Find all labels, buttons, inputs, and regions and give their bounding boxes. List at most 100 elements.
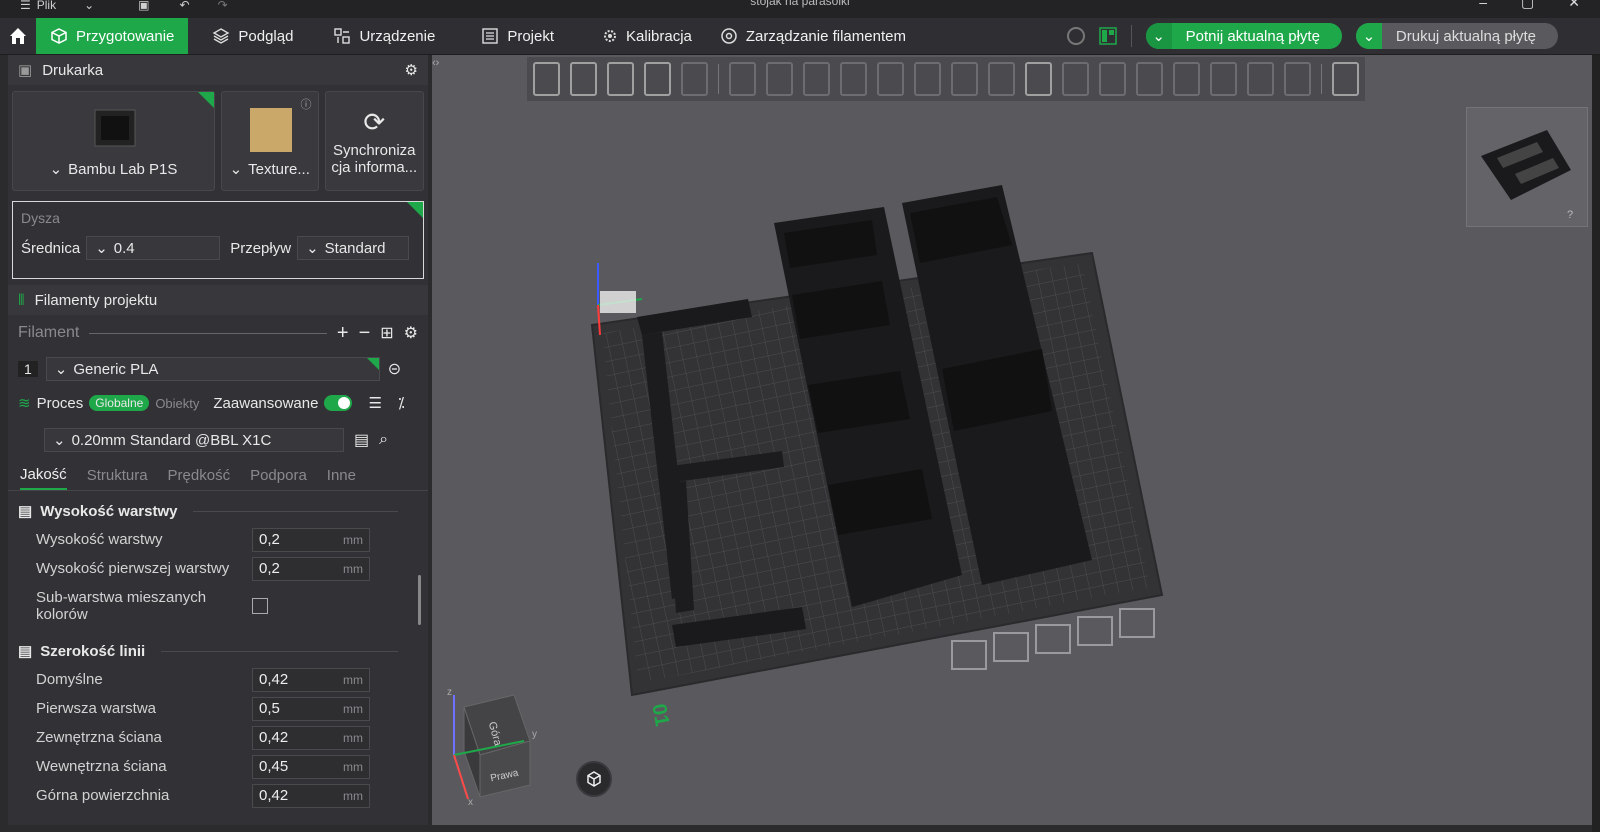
mixed-color-checkbox[interactable] bbox=[252, 598, 268, 614]
search-icon[interactable]: ⌕ bbox=[379, 431, 388, 449]
window-title: stojak na parasolki bbox=[750, 0, 850, 8]
axis-z-label: z bbox=[447, 687, 452, 698]
setting-label: Zewnętrzna ściana bbox=[36, 729, 162, 746]
unit-label: mm bbox=[343, 561, 363, 576]
unit-label: mm bbox=[343, 730, 363, 745]
list-icon bbox=[482, 28, 499, 44]
scrollbar[interactable] bbox=[418, 575, 421, 625]
tab-calibration[interactable]: Kalibracja bbox=[588, 18, 706, 54]
chevron-down-icon[interactable]: ⌄ bbox=[1145, 23, 1172, 49]
printer-section-header: ▣ Drukarka ⚙ bbox=[8, 55, 428, 85]
window-edge bbox=[1592, 55, 1600, 832]
save-icon[interactable]: ▤ bbox=[354, 430, 369, 450]
minimize-icon[interactable]: – bbox=[1479, 0, 1487, 11]
printer-card[interactable]: ⌄ Bambu Lab P1S bbox=[12, 91, 215, 191]
plate-lock-icon[interactable] bbox=[993, 632, 1029, 662]
plate-orient-icon[interactable] bbox=[1077, 616, 1113, 646]
default-width-input[interactable]: 0,42 mm bbox=[252, 667, 370, 692]
maximize-icon[interactable]: ▢ bbox=[1521, 0, 1534, 11]
view-reset-button[interactable] bbox=[576, 761, 612, 797]
plate-settings-icon[interactable] bbox=[951, 640, 987, 670]
layer-height-group: ▤ Wysokość warstwy bbox=[8, 497, 428, 525]
list-view-icon[interactable]: ☰ bbox=[368, 394, 381, 412]
close-icon[interactable]: ✕ bbox=[1568, 0, 1580, 11]
tab-device[interactable]: Urządzenie bbox=[319, 18, 449, 54]
setting-value: 0,2 bbox=[259, 560, 280, 577]
checkbox-label-line-1: Sub-warstwa mieszanych bbox=[36, 589, 207, 606]
objects-tag[interactable]: Obiekty bbox=[155, 396, 199, 411]
layout-icon[interactable] bbox=[1098, 27, 1117, 45]
flow-select[interactable]: ⌄ Standard bbox=[297, 236, 410, 260]
plate-image bbox=[249, 108, 292, 152]
plate-arrange-icon[interactable] bbox=[1035, 624, 1071, 654]
target-icon[interactable] bbox=[1066, 27, 1085, 45]
tab-support[interactable]: Podpora bbox=[250, 461, 307, 490]
plate-delete-icon[interactable] bbox=[1119, 608, 1155, 638]
nozzle-title: Dysza bbox=[21, 210, 60, 226]
3d-viewport[interactable]: ‹› 01 ? Góra Prawa z y x bbox=[432, 55, 1592, 825]
plate-card[interactable]: ⓘ ⌄ Texture... bbox=[220, 91, 319, 191]
setting-row: Wysokość pierwszej warstwy 0,2 mm bbox=[8, 554, 428, 583]
selected-corner bbox=[407, 202, 423, 218]
tab-other[interactable]: Inne bbox=[327, 461, 356, 490]
home-button[interactable] bbox=[0, 18, 36, 54]
chevron-down-icon: ⌄ bbox=[306, 240, 319, 257]
filament-index: 1 bbox=[18, 361, 38, 377]
tab-preview[interactable]: Podgląd bbox=[198, 18, 307, 54]
print-plate-button[interactable]: ⌄ Drukuj aktualną płytę bbox=[1355, 23, 1558, 49]
printer-name: Bambu Lab P1S bbox=[68, 160, 178, 178]
plate-thumbnail[interactable]: ? bbox=[1466, 107, 1588, 227]
help-icon[interactable]: ? bbox=[1567, 209, 1573, 221]
plate-name: Texture... bbox=[248, 160, 310, 178]
view-cube[interactable]: Góra Prawa z y x bbox=[444, 685, 554, 810]
selected-corner bbox=[197, 92, 214, 108]
slice-plate-button[interactable]: ⌄ Potnij aktualną płytę bbox=[1145, 23, 1342, 49]
sync-filament-icon[interactable]: ⊞ bbox=[380, 323, 393, 343]
tab-speed[interactable]: Prędkość bbox=[168, 461, 231, 490]
tab-calibration-label: Kalibracja bbox=[626, 27, 692, 45]
filament-list-label: Filament bbox=[18, 324, 80, 341]
add-icon[interactable]: + bbox=[337, 322, 349, 345]
inner-wall-width-input[interactable]: 0,45 mm bbox=[252, 754, 370, 779]
setting-row: Domyślne 0,42 mm bbox=[8, 665, 428, 694]
setting-label: Sub-warstwa mieszanych kolorów bbox=[36, 589, 252, 623]
chevron-down-icon[interactable]: ⌄ bbox=[1355, 23, 1382, 49]
flow-value: Standard bbox=[324, 239, 386, 257]
sync-card[interactable]: ⟳ Synchroniza cja informa... bbox=[324, 91, 424, 191]
process-label: Proces bbox=[36, 394, 84, 412]
tab-prepare[interactable]: Przygotowanie bbox=[36, 18, 189, 54]
unit-label: mm bbox=[343, 532, 363, 547]
line-width-group-title: Szerokość linii bbox=[40, 642, 146, 660]
chevron-down-icon: ⌄ bbox=[53, 432, 66, 449]
gear-icon[interactable]: ⚙ bbox=[405, 61, 418, 79]
gear-icon[interactable]: ⚙ bbox=[404, 323, 418, 343]
tab-filament-management-label: Zarządzanie filamentem bbox=[745, 27, 906, 45]
tab-project[interactable]: Projekt bbox=[467, 18, 568, 54]
tab-structure[interactable]: Struktura bbox=[87, 461, 148, 490]
global-tag[interactable]: Globalne bbox=[89, 395, 150, 411]
tab-quality[interactable]: Jakość bbox=[20, 461, 67, 490]
filaments-section-header: ⦀ Filamenty projektu bbox=[8, 285, 428, 315]
printer-section-title: Drukarka bbox=[42, 61, 104, 79]
unit-label: mm bbox=[343, 759, 363, 774]
gear-icon bbox=[604, 30, 617, 42]
diameter-select[interactable]: ⌄ 0.4 bbox=[86, 236, 221, 260]
first-layer-height-input[interactable]: 0,2 mm bbox=[252, 556, 370, 581]
diameter-label: Średnica bbox=[21, 239, 81, 257]
filament-select[interactable]: ⌄ Generic PLA bbox=[45, 357, 380, 381]
first-layer-width-input[interactable]: 0,5 mm bbox=[252, 696, 370, 721]
setting-row: Pierwsza warstwa 0,5 mm bbox=[8, 694, 428, 723]
more-icon[interactable]: ⊝ bbox=[388, 359, 401, 379]
compare-icon[interactable]: ⁒ bbox=[398, 394, 405, 412]
remove-icon[interactable]: − bbox=[359, 322, 371, 345]
group-icon: ▤ bbox=[18, 503, 33, 520]
outer-wall-width-input[interactable]: 0,42 mm bbox=[252, 725, 370, 750]
layer-height-input[interactable]: 0,2 mm bbox=[252, 527, 370, 552]
top-surface-width-input[interactable]: 0,42 mm bbox=[252, 783, 370, 808]
advanced-toggle[interactable] bbox=[324, 395, 353, 411]
tab-filament-management[interactable]: Zarządzanie filamentem bbox=[706, 18, 920, 54]
cube-icon bbox=[51, 28, 67, 44]
info-icon[interactable]: ⓘ bbox=[301, 96, 312, 112]
plate-number: 01 bbox=[647, 702, 673, 728]
process-preset-select[interactable]: ⌄ 0.20mm Standard @BBL X1C bbox=[44, 428, 344, 452]
